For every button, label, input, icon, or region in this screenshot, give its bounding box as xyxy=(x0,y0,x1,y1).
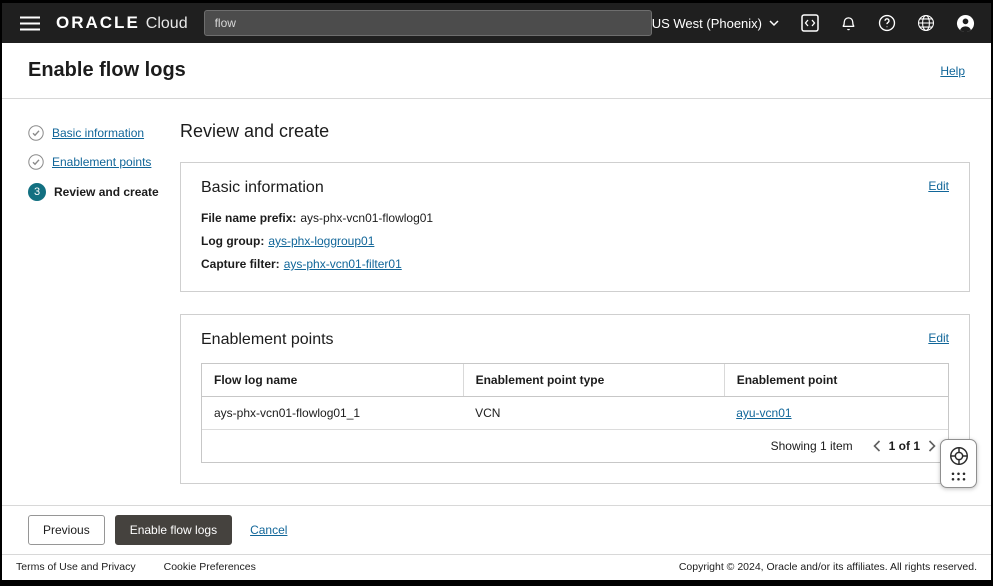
edit-enablement-points-link[interactable]: Edit xyxy=(928,331,949,345)
wizard-step-review-and-create: 3 Review and create xyxy=(28,183,180,201)
page-indicator: 1 of 1 xyxy=(888,439,920,453)
wizard-step-link[interactable]: Enablement points xyxy=(52,155,151,169)
field-value: ays-phx-vcn01-flowlog01 xyxy=(300,211,434,225)
card-header: Enablement points Edit xyxy=(201,331,949,349)
chevron-down-icon xyxy=(769,19,779,27)
field-label: File name prefix: xyxy=(201,211,297,225)
column-header-enablement-point: Enablement point xyxy=(724,364,948,397)
field-label: Log group: xyxy=(201,234,265,248)
column-header-enablement-point-type: Enablement point type xyxy=(463,364,725,397)
site-footer: Terms of Use and Privacy Cookie Preferen… xyxy=(2,554,991,580)
region-label: US West (Phoenix) xyxy=(651,15,762,31)
showing-items-text: Showing 1 item xyxy=(770,439,853,453)
terms-of-use-link[interactable]: Terms of Use and Privacy xyxy=(16,561,136,573)
table-row: ays-phx-vcn01-flowlog01_1 VCN ayu-vcn01 xyxy=(202,396,948,430)
enablement-point-link[interactable]: ayu-vcn01 xyxy=(736,406,791,420)
step-number-badge: 3 xyxy=(28,183,46,201)
field-log-group: Log group: ays-phx-loggroup01 xyxy=(201,234,949,248)
wizard-step-link[interactable]: Basic information xyxy=(52,126,144,140)
cell-flow-log-name: ays-phx-vcn01-flowlog01_1 xyxy=(202,396,464,430)
cookie-preferences-link[interactable]: Cookie Preferences xyxy=(164,561,256,573)
brand-oracle: ORACLE xyxy=(56,13,140,32)
topbar-icons xyxy=(799,12,977,35)
user-avatar-icon[interactable] xyxy=(954,12,977,35)
basic-information-card: Basic information Edit File name prefix:… xyxy=(180,162,970,292)
chevron-left-icon[interactable] xyxy=(871,438,883,454)
enable-flow-logs-button[interactable]: Enable flow logs xyxy=(114,515,233,545)
wizard-step-label: Review and create xyxy=(54,185,159,199)
wizard-steps: Basic information Enablement points 3 Re… xyxy=(28,119,180,505)
help-link[interactable]: Help xyxy=(940,64,965,78)
check-circle-icon xyxy=(28,154,44,170)
cell-enablement-point-type: VCN xyxy=(463,396,725,430)
region-selector[interactable]: US West (Phoenix) xyxy=(652,16,779,31)
review-and-create-heading: Review and create xyxy=(180,121,330,141)
topbar: ORACLE Cloud US West (Phoenix) xyxy=(2,3,991,43)
brand-cloud: Cloud xyxy=(145,15,188,32)
field-file-name-prefix: File name prefix: ays-phx-vcn01-flowlog01 xyxy=(201,211,949,225)
hamburger-menu-icon[interactable] xyxy=(16,12,44,35)
field-label: Capture filter: xyxy=(201,257,280,271)
action-bar: Previous Enable flow logs Cancel xyxy=(2,505,991,554)
content-area: Basic information Enablement points 3 Re… xyxy=(2,99,991,505)
cell-enablement-point: ayu-vcn01 xyxy=(724,396,948,430)
table-footer: Showing 1 item 1 of 1 xyxy=(202,430,948,462)
wizard-step-basic-information: Basic information xyxy=(28,125,180,141)
page-title: Enable flow logs xyxy=(28,59,186,81)
table-header-row: Flow log name Enablement point type Enab… xyxy=(202,364,948,397)
enablement-points-table: Flow log name Enablement point type Enab… xyxy=(201,363,949,463)
grid-dots-icon xyxy=(950,471,967,482)
notifications-bell-icon[interactable] xyxy=(838,13,859,34)
main-panel: Review and create Basic information Edit… xyxy=(180,119,970,505)
field-capture-filter: Capture filter: ays-phx-vcn01-filter01 xyxy=(201,257,949,271)
card-header: Basic information Edit xyxy=(201,179,949,197)
help-question-icon[interactable] xyxy=(876,12,898,34)
enablement-points-card: Enablement points Edit Flow log name Ena… xyxy=(180,314,970,484)
capture-filter-link[interactable]: ays-phx-vcn01-filter01 xyxy=(284,257,402,271)
cancel-link[interactable]: Cancel xyxy=(250,523,287,537)
pagination: 1 of 1 xyxy=(871,438,938,454)
page-header: Enable flow logs Help xyxy=(2,43,991,99)
copyright-text: Copyright © 2024, Oracle and/or its affi… xyxy=(678,561,977,573)
support-widget-button[interactable] xyxy=(940,439,977,488)
log-group-link[interactable]: ays-phx-loggroup01 xyxy=(268,234,374,248)
globe-language-icon[interactable] xyxy=(915,12,937,34)
oci-console-page: ORACLE Cloud US West (Phoenix) xyxy=(2,3,991,580)
previous-button[interactable]: Previous xyxy=(28,515,105,545)
dev-tools-icon[interactable] xyxy=(799,12,821,34)
check-circle-icon xyxy=(28,125,44,141)
oracle-cloud-logo: ORACLE Cloud xyxy=(56,13,188,33)
chevron-right-icon[interactable] xyxy=(926,438,938,454)
life-ring-icon xyxy=(948,445,970,467)
card-title: Basic information xyxy=(201,179,324,196)
column-header-flow-log-name: Flow log name xyxy=(202,364,464,397)
edit-basic-information-link[interactable]: Edit xyxy=(928,179,949,193)
wizard-step-enablement-points: Enablement points xyxy=(28,154,180,170)
search-input[interactable] xyxy=(203,10,652,36)
card-title: Enablement points xyxy=(201,331,334,348)
